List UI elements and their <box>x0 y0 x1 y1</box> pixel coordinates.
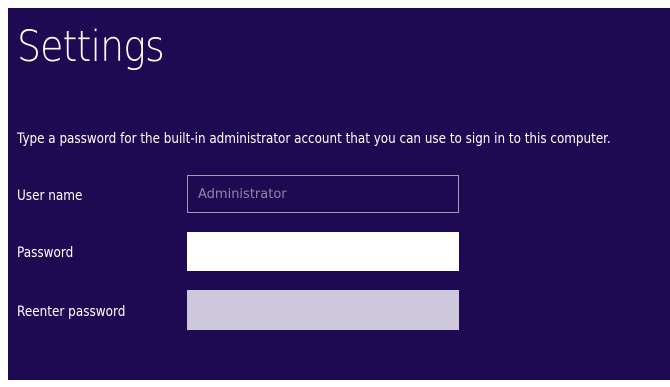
instruction-text: Type a password for the built-in adminis… <box>17 131 611 147</box>
user-name-label: User name <box>17 188 83 204</box>
settings-screen: Settings Type a password for the built-i… <box>8 8 670 380</box>
reenter-password-field[interactable] <box>187 290 459 330</box>
password-label: Password <box>17 245 74 261</box>
reenter-password-label: Reenter password <box>17 304 126 320</box>
page-title: Settings <box>17 22 165 72</box>
password-field[interactable] <box>187 232 459 271</box>
user-name-field <box>187 175 459 213</box>
